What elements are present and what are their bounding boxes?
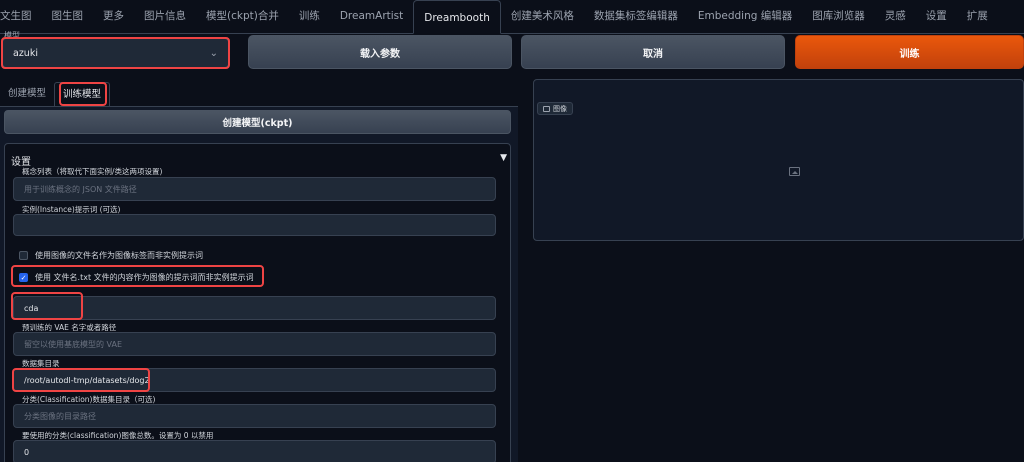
tab-extras[interactable]: 更多 <box>93 0 134 33</box>
use-filename-label: 使用图像的文件名作为图像标签而非实例提示词 <box>35 251 203 260</box>
tab-dreambooth[interactable]: Dreambooth <box>413 0 501 34</box>
cancel-button[interactable]: 取消 <box>521 35 785 69</box>
tab-embedding-editor[interactable]: Embedding 编辑器 <box>688 0 802 33</box>
image-label: 图像 <box>537 102 573 115</box>
class-count-input[interactable]: 0 <box>13 440 496 462</box>
checkbox-empty-icon <box>19 251 28 260</box>
highlight-train-tab <box>59 82 107 106</box>
tab-settings[interactable]: 设置 <box>916 0 957 33</box>
image-icon <box>543 105 550 112</box>
create-ckpt-button[interactable]: 创建模型(ckpt) <box>4 110 511 134</box>
tab-png-info[interactable]: 图片信息 <box>134 0 196 33</box>
tab-extensions[interactable]: 扩展 <box>957 0 998 33</box>
class-dir-input[interactable]: 分类图像的目录路径 <box>13 404 496 428</box>
tab-aesthetic[interactable]: 创建美术风格 <box>501 0 584 33</box>
tab-dataset-tag-editor[interactable]: 数据集标签编辑器 <box>584 0 688 33</box>
concepts-label: 概念列表（将取代下面实例/类这两项设置) <box>22 167 163 176</box>
subtab-create-model[interactable]: 创建模型 <box>0 82 54 106</box>
use-filename-checkbox[interactable]: 使用图像的文件名作为图像标签而非实例提示词 <box>19 250 203 261</box>
top-tab-bar: 文生图 图生图 更多 图片信息 模型(ckpt)合并 训练 DreamArtis… <box>0 0 1024 34</box>
vae-input[interactable]: 留空以使用基底模型的 VAE <box>13 332 496 356</box>
image-placeholder-icon <box>789 167 800 176</box>
tab-txt2img[interactable]: 文生图 <box>0 0 42 33</box>
highlight-instance-token <box>11 292 83 320</box>
tab-inspiration[interactable]: 灵感 <box>875 0 916 33</box>
tab-img2img[interactable]: 图生图 <box>42 0 94 33</box>
instance-prompt-input[interactable] <box>13 214 496 236</box>
highlight-model <box>1 37 230 69</box>
load-params-button[interactable]: 载入参数 <box>248 35 512 69</box>
train-button[interactable]: 训练 <box>795 35 1024 69</box>
image-output-panel: 图像 <box>533 79 1024 241</box>
tab-image-browser[interactable]: 图库浏览器 <box>802 0 875 33</box>
tab-ckpt-merge[interactable]: 模型(ckpt)合并 <box>196 0 289 33</box>
highlight-use-txt <box>11 265 264 287</box>
concepts-input[interactable]: 用于训练概念的 JSON 文件路径 <box>13 177 496 201</box>
highlight-dataset-dir <box>12 368 150 392</box>
instance-token-input[interactable]: cda <box>13 296 496 320</box>
image-label-text: 图像 <box>553 104 567 113</box>
tab-dreamartist[interactable]: DreamArtist <box>330 0 413 33</box>
tab-train[interactable]: 训练 <box>289 0 330 33</box>
